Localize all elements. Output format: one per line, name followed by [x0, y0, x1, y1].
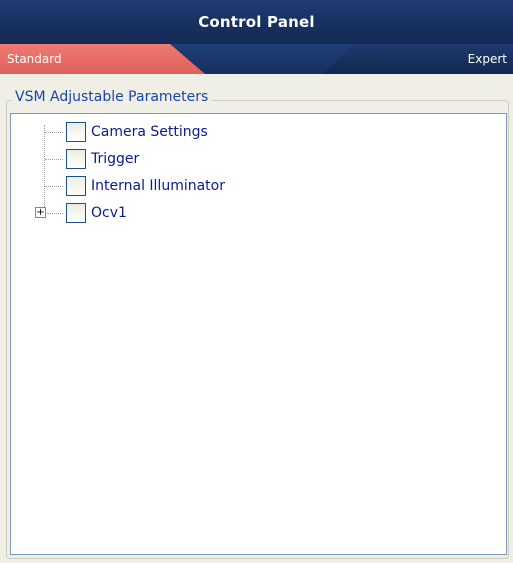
- tree-branch-line: [45, 186, 63, 187]
- tab-standard-label: Standard: [7, 52, 62, 66]
- tree-node-label[interactable]: Trigger: [91, 148, 139, 170]
- tree-node-label[interactable]: Ocv1: [91, 202, 127, 224]
- tab-expert-label: Expert: [467, 52, 507, 66]
- parameters-tree[interactable]: Camera Settings Trigger Internal Illumin…: [10, 113, 507, 555]
- group-title: VSM Adjustable Parameters: [12, 89, 212, 105]
- tab-strip: Standard Expert: [0, 44, 513, 74]
- ocv1-checkbox[interactable]: [66, 203, 86, 223]
- internal-illuminator-checkbox[interactable]: [66, 176, 86, 196]
- tree-node-internal-illuminator[interactable]: Internal Illuminator: [11, 175, 506, 197]
- camera-settings-checkbox[interactable]: [66, 122, 86, 142]
- tree-node-label[interactable]: Camera Settings: [91, 121, 208, 143]
- window-title: Control Panel: [198, 13, 315, 31]
- tree-branch-line: [47, 213, 63, 214]
- tab-expert[interactable]: Expert: [323, 44, 513, 74]
- expand-plus-icon[interactable]: +: [35, 207, 46, 218]
- tree-node-ocv1[interactable]: + Ocv1: [11, 202, 506, 224]
- tree-branch-line: [45, 159, 63, 160]
- tree-node-label[interactable]: Internal Illuminator: [91, 175, 225, 197]
- tab-standard[interactable]: Standard: [0, 44, 205, 74]
- trigger-checkbox[interactable]: [66, 149, 86, 169]
- tree-node-camera-settings[interactable]: Camera Settings: [11, 121, 506, 143]
- tree-node-trigger[interactable]: Trigger: [11, 148, 506, 170]
- tree-branch-line: [45, 132, 63, 133]
